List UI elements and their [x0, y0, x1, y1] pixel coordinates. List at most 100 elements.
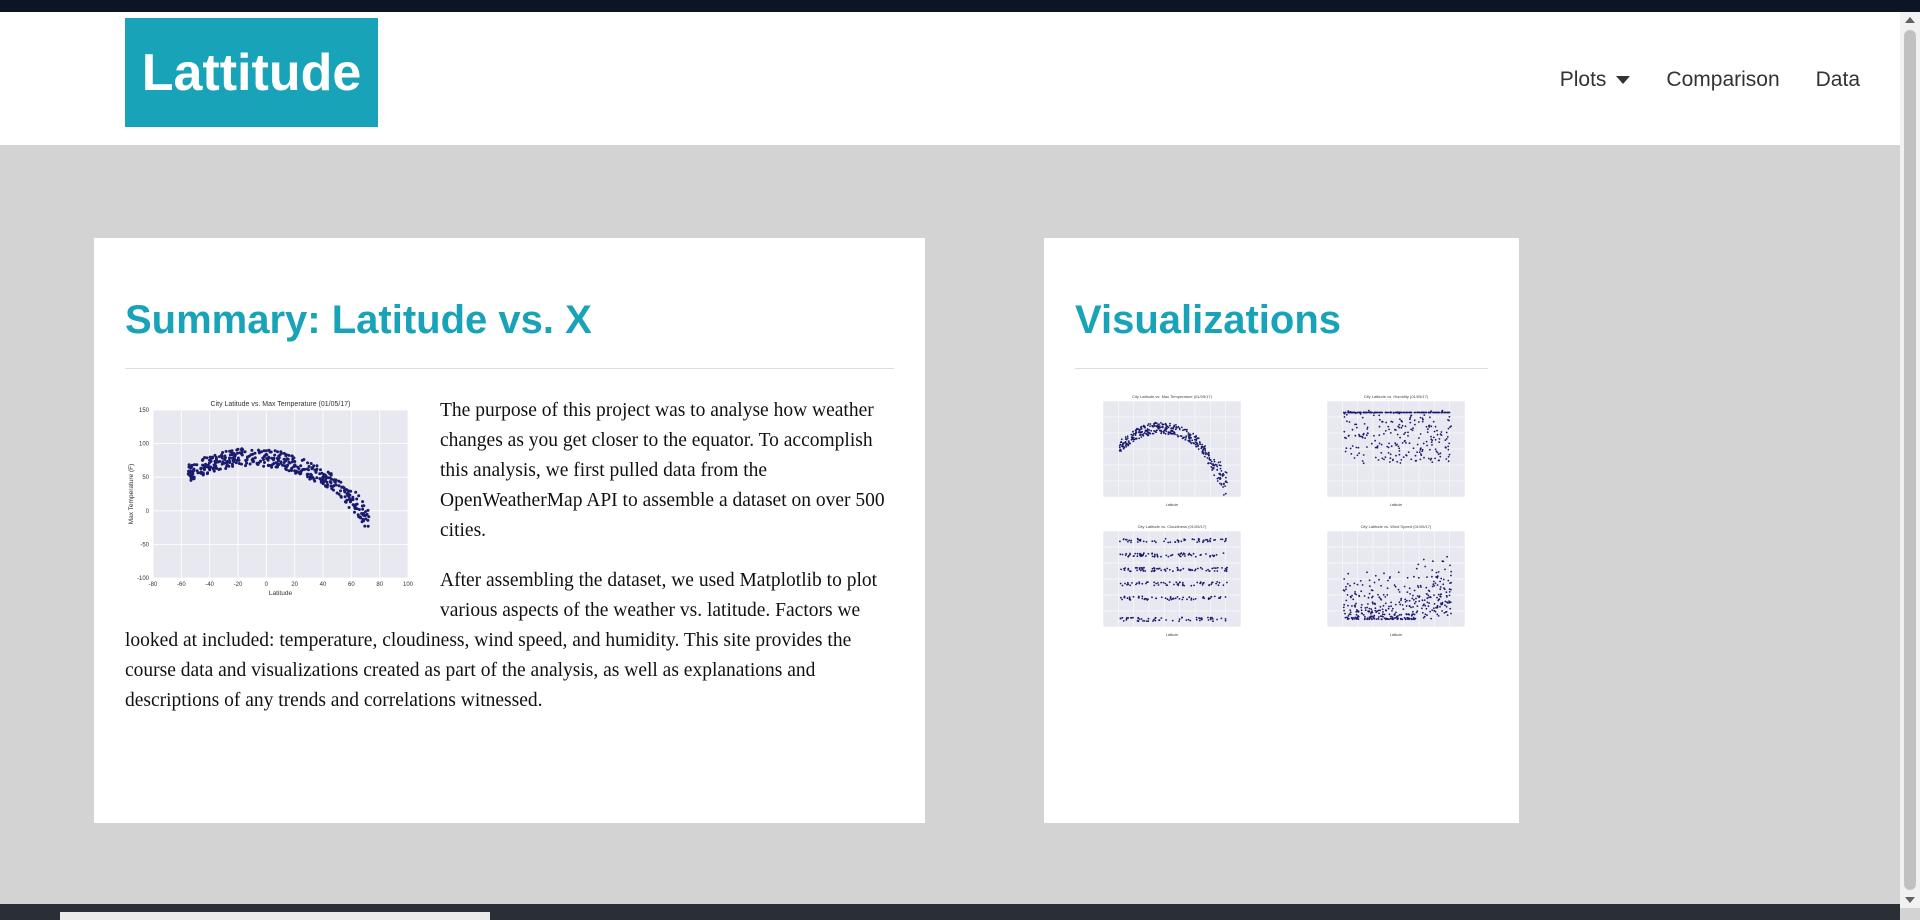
thumb-point	[1221, 474, 1224, 477]
thumb-point	[1350, 453, 1353, 455]
thumb-point	[1410, 606, 1412, 609]
thumb-point	[1221, 538, 1224, 541]
scatter-point	[201, 463, 205, 467]
thumb-point	[1169, 554, 1172, 557]
scatter-point	[189, 469, 192, 473]
thumb-point	[1223, 494, 1225, 496]
thumb-point	[1181, 437, 1184, 440]
thumb-point	[1135, 566, 1137, 569]
thumb-point	[1403, 585, 1406, 588]
thumb-point	[1210, 463, 1213, 465]
scatter-point	[287, 460, 291, 464]
thumb-point	[1375, 446, 1378, 449]
thumb-point	[1160, 581, 1162, 584]
thumb-point	[1209, 459, 1212, 461]
latitude-temperature-plot[interactable]: City Latitude vs. Max Temperature (01/05…	[125, 396, 425, 604]
thumb-point	[1133, 555, 1135, 557]
thumb-point	[1403, 433, 1405, 436]
scatter-point	[208, 458, 211, 462]
summary-card: Summary: Latitude vs. X City Latitude vs…	[94, 238, 925, 823]
thumb-point	[1394, 411, 1397, 414]
thumb-point	[1429, 448, 1431, 451]
thumb-point	[1379, 418, 1381, 421]
thumb-point	[1413, 575, 1415, 578]
thumb-point	[1194, 441, 1197, 443]
thumb-point	[1409, 416, 1412, 419]
scatter-point	[190, 463, 194, 467]
thumb-point	[1132, 436, 1135, 439]
thumb-point	[1428, 426, 1430, 428]
thumb-point	[1363, 595, 1366, 597]
thumb-point	[1202, 596, 1204, 599]
thumb-point	[1439, 455, 1442, 458]
thumb-point	[1378, 612, 1380, 615]
thumb-point	[1388, 442, 1390, 445]
thumb-point	[1218, 581, 1221, 584]
visualizations-card: Visualizations City Latitude vs. Max Tem…	[1044, 238, 1519, 823]
thumb-point	[1373, 615, 1376, 617]
thumb-point	[1399, 418, 1401, 420]
thumb-point	[1139, 538, 1142, 541]
thumb-point	[1382, 604, 1385, 607]
visualizations-title: Visualizations	[1075, 298, 1342, 342]
thumb-point	[1158, 619, 1160, 621]
thumb-point	[1225, 480, 1227, 482]
thumb-point	[1414, 600, 1417, 603]
nav-plots-dropdown[interactable]: Plots	[1560, 68, 1631, 92]
thumb-point	[1138, 428, 1141, 431]
thumb-point	[1398, 450, 1401, 452]
thumb-point	[1426, 428, 1429, 431]
thumb-point	[1384, 411, 1387, 414]
thumb-point	[1441, 560, 1444, 563]
thumb-point	[1375, 618, 1378, 620]
nav-data-link[interactable]: Data	[1816, 68, 1860, 92]
thumb-point	[1416, 443, 1419, 446]
thumb-point	[1164, 428, 1166, 431]
thumb-point	[1198, 617, 1200, 619]
thumb-point	[1138, 582, 1141, 585]
thumb-point	[1355, 446, 1358, 449]
thumb-point	[1197, 448, 1200, 450]
thumb-point	[1149, 432, 1151, 435]
thumb-point	[1400, 459, 1403, 461]
thumbnail-cloudiness[interactable]: City Latitude vs. Cloudiness (01/05/17) L…	[1085, 523, 1249, 641]
thumb-point	[1416, 605, 1419, 607]
page-scrollbar[interactable]	[1900, 12, 1920, 908]
thumb-point	[1151, 555, 1154, 558]
thumb-point	[1421, 599, 1424, 602]
thumb-point	[1373, 411, 1376, 414]
plot-area	[153, 410, 408, 578]
scroll-thumb[interactable]	[1904, 30, 1916, 890]
thumb-point	[1132, 430, 1134, 433]
thumb-point	[1446, 411, 1449, 414]
thumb-point	[1181, 616, 1183, 619]
thumb-point	[1397, 425, 1400, 428]
thumb-point	[1178, 620, 1180, 623]
thumb-point	[1127, 617, 1130, 619]
thumb-point	[1395, 615, 1398, 618]
scroll-up-arrow-icon[interactable]	[1905, 17, 1915, 23]
thumb-point	[1424, 604, 1427, 607]
thumb-point	[1195, 618, 1198, 621]
thumb-point	[1380, 452, 1383, 454]
thumb-point	[1216, 581, 1219, 583]
thumb-point	[1155, 425, 1158, 428]
thumb-point	[1361, 436, 1364, 439]
thumb-point	[1387, 452, 1390, 454]
thumb-point	[1417, 586, 1420, 589]
thumb-point	[1226, 581, 1228, 584]
thumb-point	[1429, 416, 1431, 419]
thumb-point	[1130, 436, 1133, 439]
thumb-point	[1419, 458, 1422, 461]
scatter-point	[273, 453, 277, 457]
thumb-point	[1190, 599, 1193, 601]
thumbnail-temperature[interactable]: City Latitude vs. Max Temperature (01/05…	[1085, 393, 1249, 511]
scroll-down-arrow-icon[interactable]	[1905, 897, 1915, 903]
thumbnail-wind-speed[interactable]: City Latitude vs. Wind Speed (01/05/17) L…	[1309, 523, 1473, 641]
scatter-point	[259, 459, 263, 463]
nav-comparison-link[interactable]: Comparison	[1666, 68, 1779, 92]
thumbnail-humidity[interactable]: City Latitude vs. Humidity (01/05/17) Lat…	[1309, 393, 1473, 511]
thumb-point	[1140, 436, 1143, 438]
thumb-point	[1177, 569, 1179, 571]
brand-logo[interactable]: Lattitude	[125, 18, 378, 127]
